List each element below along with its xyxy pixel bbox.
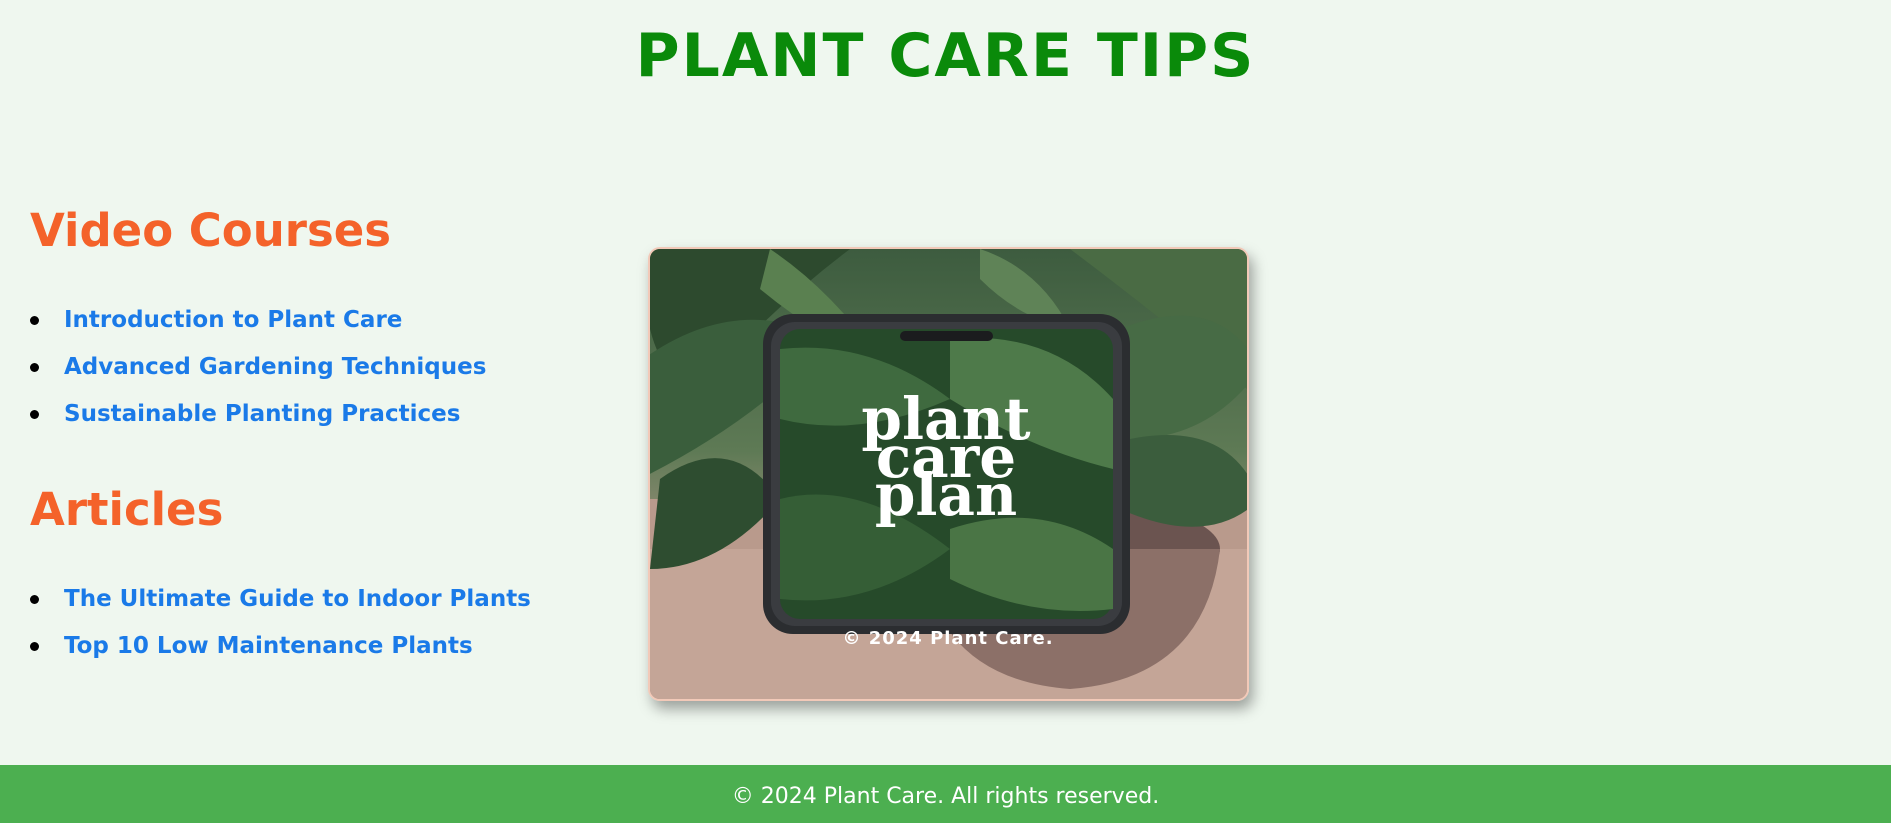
hero-image: plant care plan © 2024 Plant Care.	[648, 247, 1249, 701]
plant-phone-illustration: plant care plan © 2024 Plant Care.	[650, 249, 1247, 699]
bullet-icon	[30, 642, 39, 651]
bullet-icon	[30, 316, 39, 325]
article-link-low-maintenance[interactable]: Top 10 Low Maintenance Plants	[64, 633, 473, 659]
course-link-intro[interactable]: Introduction to Plant Care	[64, 307, 402, 333]
bullet-icon	[30, 410, 39, 419]
articles-list: The Ultimate Guide to Indoor Plants Top …	[30, 576, 531, 670]
list-item: Sustainable Planting Practices	[30, 391, 531, 438]
list-item: The Ultimate Guide to Indoor Plants	[30, 576, 531, 623]
page-title: PLANT CARE TIPS	[635, 21, 1256, 91]
article-link-indoor-guide[interactable]: The Ultimate Guide to Indoor Plants	[64, 586, 531, 612]
list-item: Introduction to Plant Care	[30, 297, 531, 344]
articles-heading: Articles	[30, 483, 224, 536]
bullet-icon	[30, 363, 39, 372]
footer-copyright: © 2024 Plant Care. All rights reserved.	[731, 784, 1160, 809]
course-link-sustainable[interactable]: Sustainable Planting Practices	[64, 401, 460, 427]
course-link-advanced[interactable]: Advanced Gardening Techniques	[64, 354, 486, 380]
hero-caption: © 2024 Plant Care.	[842, 628, 1053, 649]
main-content: Video Courses Introduction to Plant Care…	[30, 200, 531, 670]
page: PLANT CARE TIPS Video Courses Introducti…	[0, 0, 1891, 823]
phone-text-line3: plan	[875, 461, 1017, 529]
bullet-icon	[30, 595, 39, 604]
video-courses-heading: Video Courses	[30, 204, 392, 257]
list-item: Advanced Gardening Techniques	[30, 344, 531, 391]
list-item: Top 10 Low Maintenance Plants	[30, 623, 531, 670]
video-courses-list: Introduction to Plant Care Advanced Gard…	[30, 297, 531, 438]
footer: © 2024 Plant Care. All rights reserved.	[0, 765, 1891, 823]
